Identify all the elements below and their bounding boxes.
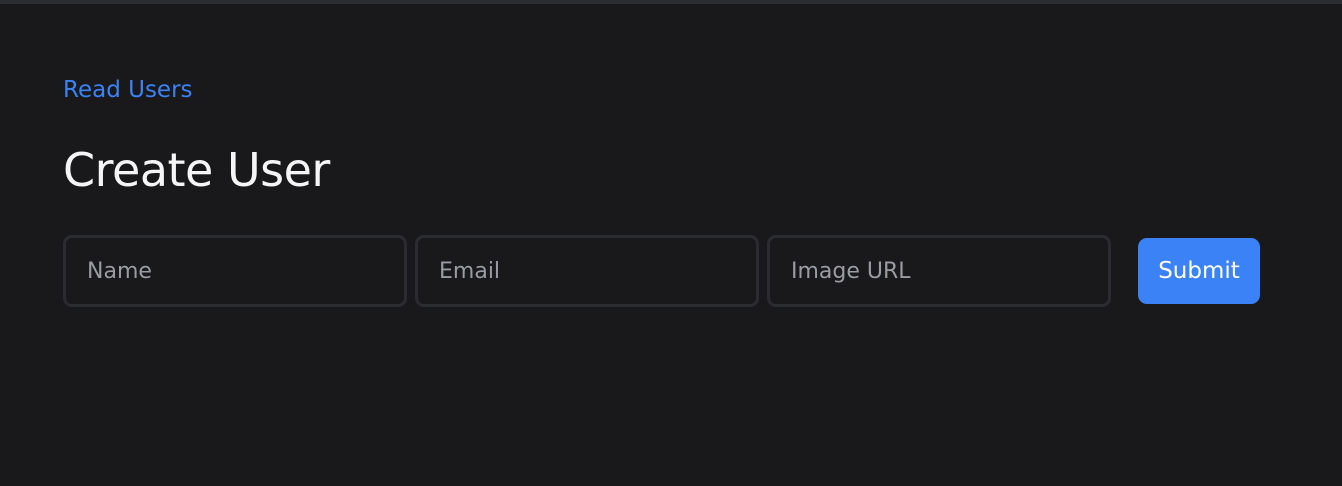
email-input[interactable] xyxy=(415,235,759,307)
image-url-input[interactable] xyxy=(767,235,1111,307)
create-user-form: Submit xyxy=(63,235,1263,307)
submit-button[interactable]: Submit xyxy=(1138,238,1260,304)
top-border-bar xyxy=(0,0,1342,4)
read-users-link[interactable]: Read Users xyxy=(63,77,193,103)
name-input[interactable] xyxy=(63,235,407,307)
page-title: Create User xyxy=(63,143,330,197)
